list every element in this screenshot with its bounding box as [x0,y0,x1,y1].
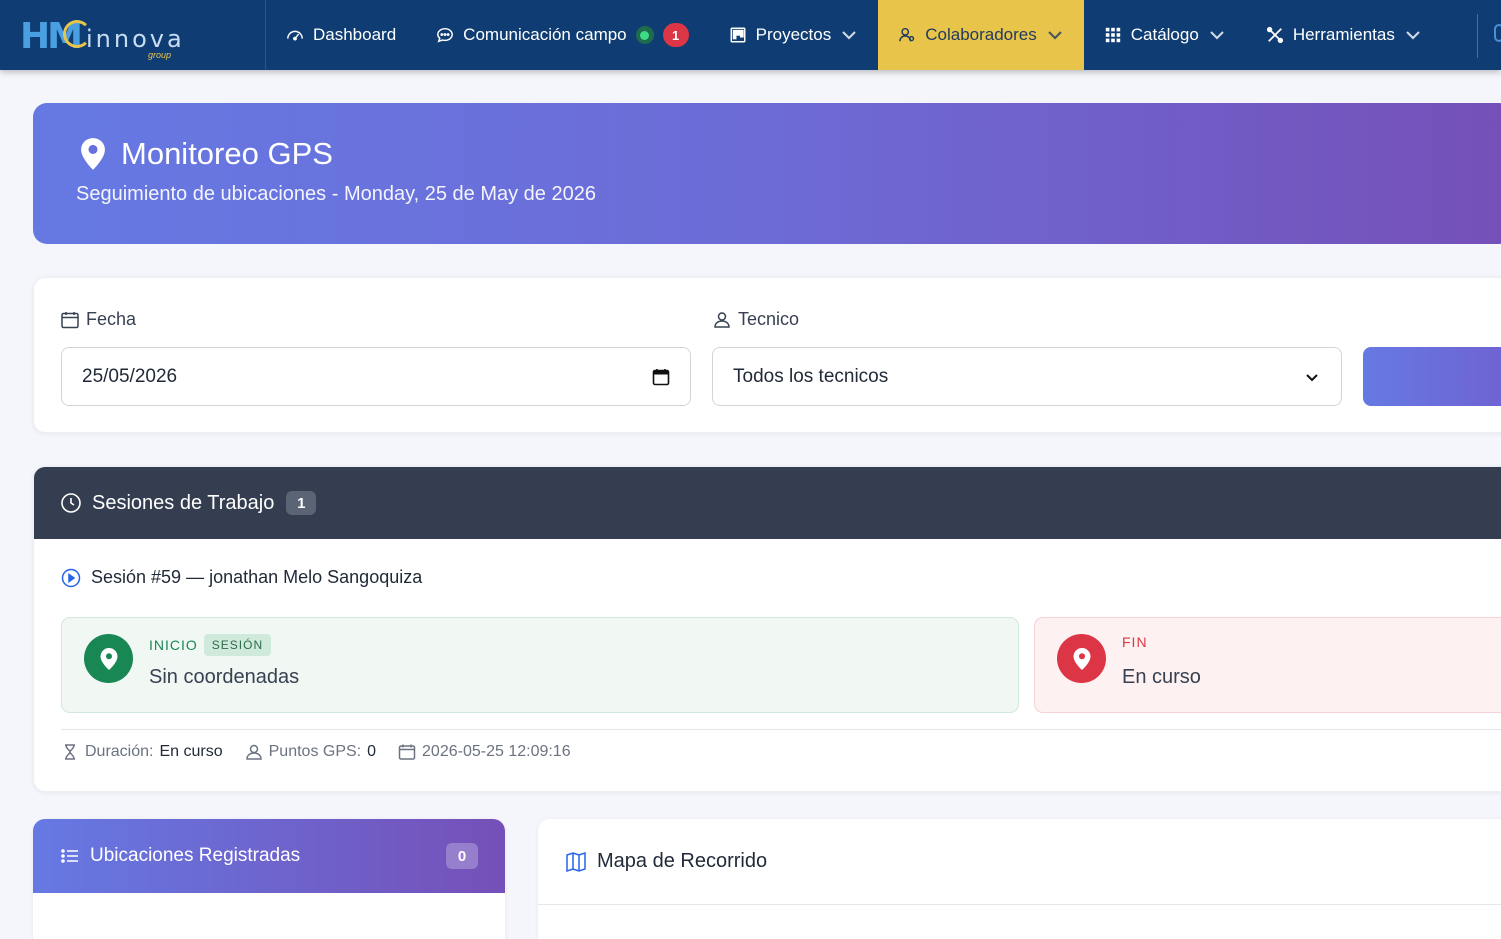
registered-locations-card: Ubicaciones Registradas 0 [33,819,505,939]
chevron-down-icon [1306,373,1318,381]
session-datetime: 2026-05-25 12:09:16 [398,743,571,761]
route-map-card: Mapa de Recorrido [538,819,1501,939]
users-icon [899,27,915,42]
map-icon [566,851,586,872]
user-icon [714,311,730,328]
chat-icon [437,27,454,43]
session-end-box: FIN En curso [1034,617,1501,713]
clock-icon [61,493,81,513]
technician-label: Tecnico [712,309,799,330]
work-sessions-header: Sesiones de Trabajo 1 [34,467,1501,539]
search-button[interactable] [1363,347,1501,406]
location-pin-icon [81,138,105,170]
online-status-indicator [635,26,654,44]
chevron-down-icon [1406,31,1420,40]
user-menu-toggle[interactable] [1494,24,1501,42]
calendar-icon [398,744,416,760]
locations-count-badge: 0 [446,843,478,869]
gauge-icon [287,30,303,41]
notification-badge: 1 [662,23,689,47]
session-count-badge: 1 [286,491,317,515]
work-sessions-card: Sesiones de Trabajo 1 Sesión #59 — jonat… [33,466,1501,792]
start-pin-badge [84,634,133,683]
end-label: FIN [1122,634,1148,650]
nav-item-proyectos[interactable]: Proyectos [709,0,879,70]
session-start-box: INICIO SESIÓN Sin coordenadas [61,617,1019,713]
filter-card: Fecha 25/05/2026 Tecnico Todos los tecni… [33,277,1501,433]
chevron-down-icon [1048,31,1062,40]
start-coordinates: Sin coordenadas [149,666,300,688]
date-label: Fecha [60,309,136,330]
session-gps-points: Puntos GPS: 0 [245,743,376,761]
session-item-title[interactable]: Sesión #59 — jonathan Melo Sangoquiza [61,567,422,588]
grid-icon [1105,27,1120,43]
nav-item-herramientas[interactable]: Herramientas [1246,0,1442,70]
list-icon [61,849,78,863]
nav-item-dashboard[interactable]: Dashboard [266,0,416,70]
end-status: En curso [1122,666,1201,688]
nav-item-colaboradores[interactable]: Colaboradores [878,0,1084,70]
calendar-icon [61,311,79,328]
session-tag: SESIÓN [203,634,272,656]
session-duration: Duración: En curso [61,743,223,761]
end-pin-badge [1057,634,1106,683]
session-meta: Duración: En curso Puntos GPS: 0 2026-05… [61,743,571,761]
top-navbar: HM innova group Dashboard Comunicación c… [0,0,1501,70]
nav-item-comunicacion-campo[interactable]: Comunicación campo 1 [416,0,708,70]
nav-divider [1477,14,1478,58]
technician-select[interactable]: Todos los tecnicos [712,347,1342,406]
tools-icon [1266,26,1283,44]
kanban-icon [730,27,746,43]
date-input[interactable]: 25/05/2026 [61,347,691,406]
hourglass-icon [65,744,75,760]
page-header-banner: Monitoreo GPS Seguimiento de ubicaciones… [33,103,1501,244]
location-pin-icon [100,647,117,670]
divider [61,729,1501,730]
play-circle-icon [61,568,81,587]
chevron-down-icon [842,31,856,40]
chevron-down-icon [1210,31,1224,40]
registered-locations-header: Ubicaciones Registradas 0 [33,819,505,893]
page-title: Monitoreo GPS [79,136,333,172]
brand-logo-link[interactable]: HM innova group [0,0,266,70]
company-logo: HM innova group [20,16,185,60]
page-subtitle: Seguimiento de ubicaciones - Monday, 25 … [76,183,596,205]
user-pin-icon [245,744,262,760]
start-label: INICIO [149,637,198,653]
nav-item-catalogo[interactable]: Catálogo [1084,0,1246,70]
location-pin-icon [1073,647,1090,670]
calendar-picker-icon[interactable] [652,368,670,386]
route-map-header: Mapa de Recorrido [538,819,1501,905]
